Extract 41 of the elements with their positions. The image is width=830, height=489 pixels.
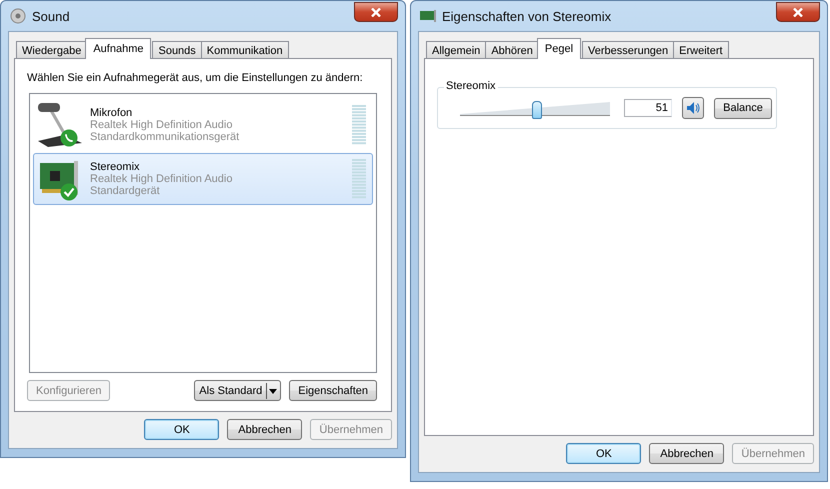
tab[interactable]: Allgemein bbox=[426, 41, 486, 59]
tab[interactable]: Kommunikation bbox=[200, 41, 289, 59]
tab[interactable]: Wiedergabe bbox=[16, 41, 88, 59]
balance-button[interactable]: Balance bbox=[714, 98, 772, 118]
dropdown-arrow-icon bbox=[266, 382, 278, 398]
dialog-button[interactable]: Abbrechen bbox=[649, 443, 724, 464]
level-value-field[interactable]: 51 bbox=[624, 99, 672, 117]
ok-button[interactable]: OK bbox=[144, 419, 220, 440]
slider-thumb[interactable] bbox=[532, 101, 542, 119]
group-label: Stereomix bbox=[444, 80, 498, 92]
device-item[interactable]: Stereomix Realtek High Definition Audio Standardgerät bbox=[33, 153, 373, 205]
close-icon bbox=[793, 8, 803, 16]
window-title: Sound bbox=[32, 8, 71, 24]
mute-toggle-button[interactable] bbox=[682, 97, 704, 119]
device-name: Mikrofon bbox=[90, 107, 134, 119]
close-button[interactable] bbox=[776, 2, 820, 22]
level-meter-icon bbox=[352, 159, 366, 199]
level-meter-icon bbox=[352, 105, 366, 145]
close-button[interactable] bbox=[354, 2, 398, 22]
window-title: Eigenschaften von Stereomix bbox=[442, 8, 612, 24]
dialog-button[interactable]: Abbrechen bbox=[227, 419, 302, 440]
device-status: Standardgerät bbox=[90, 185, 161, 197]
tab[interactable]: Erweitert bbox=[673, 41, 729, 59]
device-item[interactable]: Mikrofon Realtek High Definition Audio Standardkommunikationsgerät bbox=[33, 99, 373, 151]
speaker-icon bbox=[686, 101, 700, 115]
sound-card-icon bbox=[420, 10, 436, 22]
close-icon bbox=[371, 8, 381, 16]
speaker-icon bbox=[10, 8, 26, 24]
device-status: Standardkommunikationsgerät bbox=[90, 131, 240, 143]
device-driver: Realtek High Definition Audio bbox=[90, 173, 234, 185]
tab[interactable]: Pegel bbox=[536, 38, 582, 59]
tab[interactable]: Abhören bbox=[485, 41, 539, 59]
device-name: Stereomix bbox=[90, 161, 141, 173]
tab[interactable]: Verbesserungen bbox=[582, 41, 674, 59]
instruction-text: Wählen Sie ein Aufnahmegerät aus, um die Einstellungen zu ändern: bbox=[27, 72, 364, 84]
device-driver: Realtek High Definition Audio bbox=[90, 119, 234, 131]
ok-button[interactable]: OK bbox=[566, 443, 642, 464]
action-button[interactable]: Eigenschaften bbox=[289, 380, 377, 401]
tab[interactable]: Aufnahme bbox=[85, 38, 152, 59]
set-default-button[interactable]: Als Standard bbox=[194, 380, 282, 401]
tab[interactable]: Sounds bbox=[152, 41, 202, 59]
